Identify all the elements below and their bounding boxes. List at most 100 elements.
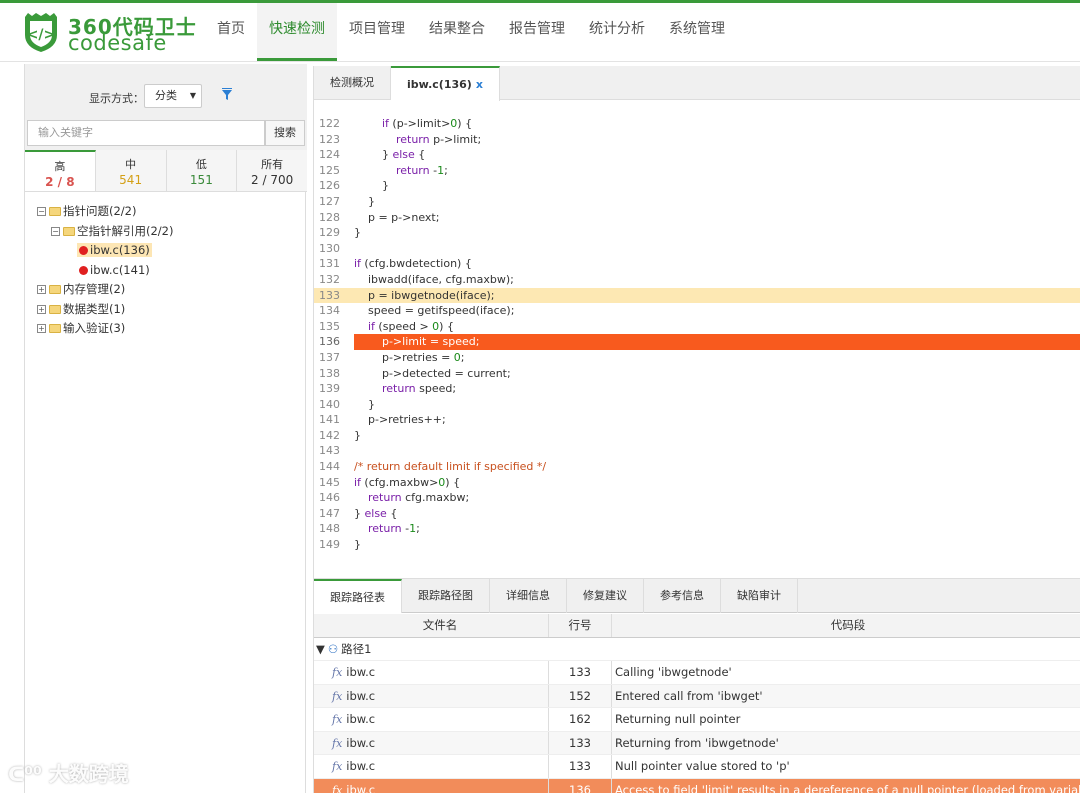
- code-line[interactable]: 129}: [314, 225, 1080, 241]
- code-line[interactable]: 145 if (cfg.maxbw>0) {: [314, 475, 1080, 491]
- filter-icon[interactable]: [221, 88, 233, 102]
- table-row[interactable]: fx ibw.c 133 Null pointer value stored to '…: [314, 755, 1080, 779]
- expand-icon[interactable]: +: [37, 285, 46, 294]
- nav-system[interactable]: 系统管理: [657, 3, 737, 61]
- code-text: p->detected = current;: [354, 366, 511, 380]
- tree-node-input[interactable]: + 输入验证(3): [37, 319, 297, 339]
- code-line[interactable]: 139 return speed;: [314, 381, 1080, 397]
- code-line[interactable]: 122 if (p->limit>0) {: [314, 116, 1080, 132]
- defect-tree-panel: 显示方式： 分类 ▼ 输入关键字 搜索 高 2 / 8 中 541 低 151 …: [24, 64, 307, 793]
- tab-details[interactable]: 详细信息: [490, 579, 567, 613]
- code-line[interactable]: 147} else {: [314, 506, 1080, 522]
- search-button[interactable]: 搜索: [265, 120, 305, 146]
- tab-file-ibw[interactable]: ibw.c(136) x: [391, 66, 500, 101]
- cell-line: 162: [549, 708, 612, 731]
- header-file[interactable]: 文件名: [314, 614, 549, 637]
- search-input[interactable]: 输入关键字: [27, 120, 265, 146]
- code-line[interactable]: 124 } else {: [314, 147, 1080, 163]
- severity-tab-high[interactable]: 高 2 / 8: [25, 150, 96, 191]
- expand-icon[interactable]: +: [37, 304, 46, 314]
- code-line[interactable]: 137 p->retries = 0;: [314, 350, 1080, 366]
- tab-trace-table[interactable]: 跟踪路径表: [314, 579, 402, 613]
- code-line[interactable]: 138 p->detected = current;: [314, 366, 1080, 382]
- tab-reference[interactable]: 参考信息: [644, 579, 721, 613]
- expand-triangle-icon[interactable]: ▼: [316, 638, 325, 661]
- code-line[interactable]: 135 if (speed > 0) {: [314, 319, 1080, 335]
- code-text: if (speed > 0) {: [368, 319, 454, 333]
- tree-node-memory[interactable]: + 内存管理(2): [37, 280, 297, 300]
- path-group-row[interactable]: ▼ ⚇ 路径1: [314, 638, 1080, 661]
- watermark-logo-icon: ᑕ⁰⁰: [8, 762, 42, 786]
- code-line[interactable]: 148 return -1;: [314, 521, 1080, 537]
- cell-line: 133: [549, 661, 612, 684]
- nav-home[interactable]: 首页: [205, 3, 257, 61]
- logo[interactable]: </> 360代码卫士 codesafe: [22, 11, 196, 57]
- severity-tab-all[interactable]: 所有 2 / 700: [237, 150, 307, 191]
- code-line[interactable]: 123 return p->limit;: [314, 132, 1080, 148]
- caret-down-icon: ▼: [189, 91, 196, 100]
- table-row[interactable]: fx ibw.c 152 Entered call from 'ibwget': [314, 684, 1080, 708]
- collapse-icon[interactable]: −: [37, 207, 46, 216]
- tree-leaf-file-136[interactable]: ibw.c(136): [37, 241, 297, 261]
- code-line[interactable]: 136 p->limit = speed;: [314, 334, 1080, 350]
- tab-trace-graph[interactable]: 跟踪路径图: [402, 579, 490, 613]
- tree-leaf-selected: ibw.c(136): [77, 243, 152, 257]
- code-line[interactable]: 134 speed = getifspeed(iface);: [314, 303, 1080, 319]
- tab-overview[interactable]: 检测概况: [314, 66, 391, 100]
- code-line[interactable]: 130: [314, 241, 1080, 257]
- code-line[interactable]: 144 /* return default limit if specified …: [314, 459, 1080, 475]
- cell-code: Returning null pointer: [615, 712, 741, 726]
- code-text: }: [354, 397, 375, 411]
- filter-bar: 显示方式： 分类 ▼ 输入关键字 搜索: [25, 64, 307, 150]
- header-code[interactable]: 代码段: [612, 614, 1080, 637]
- line-number: 148: [319, 522, 340, 536]
- cell-line: 133: [549, 755, 612, 778]
- tree-node-null-deref[interactable]: − 空指针解引用(2/2): [37, 222, 297, 242]
- code-line[interactable]: 128 p = p->next;: [314, 210, 1080, 226]
- nav-projects[interactable]: 项目管理: [337, 3, 417, 61]
- table-row[interactable]: fx ibw.c 133 Calling 'ibwgetnode': [314, 661, 1080, 685]
- file-name: ibw.c: [346, 665, 376, 679]
- line-number: 149: [319, 538, 340, 552]
- expand-icon[interactable]: +: [37, 324, 46, 333]
- collapse-icon[interactable]: −: [51, 226, 60, 236]
- nav-reports[interactable]: 报告管理: [497, 3, 577, 61]
- tree-node-label: 输入验证(3): [63, 321, 126, 335]
- line-number: 133: [319, 288, 340, 302]
- table-row[interactable]: fx ibw.c 162 Returning null pointer: [314, 708, 1080, 732]
- app-header: </> 360代码卫士 codesafe 首页 快速检测 项目管理 结果整合 报…: [0, 0, 1080, 62]
- header-line[interactable]: 行号: [549, 614, 612, 637]
- close-icon[interactable]: x: [476, 78, 483, 91]
- severity-tab-medium[interactable]: 中 541: [96, 150, 167, 191]
- code-text: speed = getifspeed(iface);: [354, 304, 515, 318]
- code-line[interactable]: 140 }: [314, 397, 1080, 413]
- severity-tab-low[interactable]: 低 151: [167, 150, 238, 191]
- tree-node-datatype[interactable]: + 数据类型(1): [37, 300, 297, 320]
- code-line[interactable]: 133 p = ibwgetnode(iface);: [314, 287, 1080, 304]
- code-line[interactable]: 125 return -1;: [314, 163, 1080, 179]
- code-line[interactable]: 131 if (cfg.bwdetection) {: [314, 256, 1080, 272]
- nav-results[interactable]: 结果整合: [417, 3, 497, 61]
- code-line[interactable]: 127 }: [314, 194, 1080, 210]
- severity-count: 2 / 8: [45, 175, 75, 189]
- code-line[interactable]: 141 p->retries++;: [314, 412, 1080, 428]
- code-line[interactable]: 126 }: [314, 178, 1080, 194]
- tab-fix-suggestion[interactable]: 修复建议: [567, 579, 644, 613]
- display-mode-select[interactable]: 分类 ▼: [144, 84, 202, 108]
- tree-node-pointer[interactable]: − 指针问题(2/2): [37, 202, 297, 222]
- cell-file: fx ibw.c: [314, 731, 549, 754]
- nav-statistics[interactable]: 统计分析: [577, 3, 657, 61]
- line-number: 132: [319, 272, 340, 286]
- line-number: 135: [319, 319, 340, 333]
- table-row[interactable]: fx ibw.c 133 Returning from 'ibwgetnode': [314, 731, 1080, 755]
- code-line[interactable]: 149}: [314, 537, 1080, 553]
- code-text: if (cfg.maxbw>0) {: [354, 475, 461, 489]
- code-line[interactable]: 142}: [314, 428, 1080, 444]
- code-line[interactable]: 146 return cfg.maxbw;: [314, 490, 1080, 506]
- table-row[interactable]: fx ibw.c 136 Access to field 'limit' result…: [314, 778, 1080, 793]
- tab-audit[interactable]: 缺陷审计: [721, 579, 798, 613]
- nav-quick-scan[interactable]: 快速检测: [257, 3, 337, 61]
- code-line[interactable]: 132 ibwadd(iface, cfg.maxbw);: [314, 272, 1080, 288]
- code-line[interactable]: 143: [314, 443, 1080, 459]
- tree-leaf-file-141[interactable]: ibw.c(141): [37, 261, 297, 281]
